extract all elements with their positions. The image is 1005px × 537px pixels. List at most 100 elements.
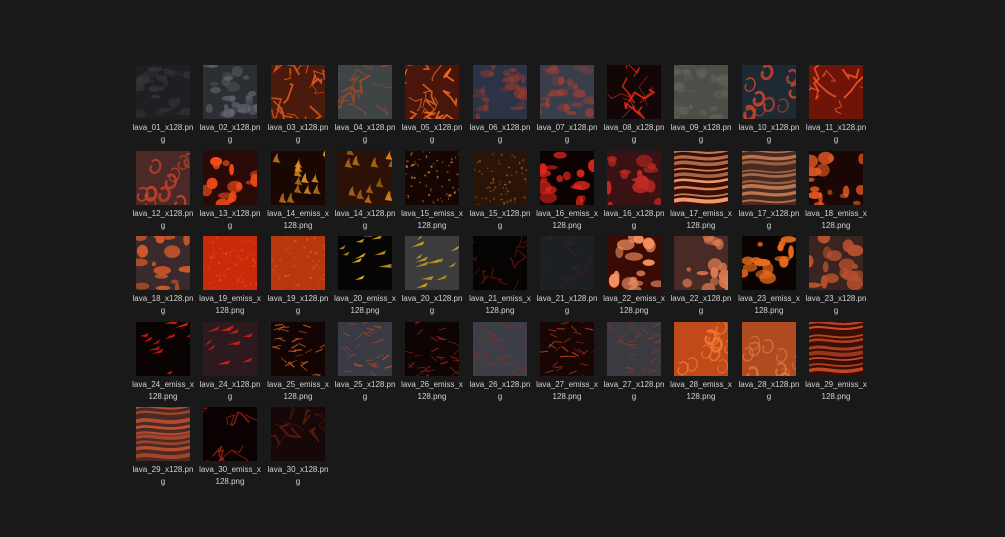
file-item[interactable]: lava_27_x128.png bbox=[603, 319, 665, 401]
file-item[interactable]: lava_10_x128.png bbox=[738, 62, 800, 144]
file-item[interactable]: lava_04_x128.png bbox=[334, 62, 396, 144]
file-item[interactable]: lava_26_x128.png bbox=[469, 319, 531, 401]
file-thumbnail[interactable] bbox=[136, 236, 190, 290]
file-thumbnail[interactable] bbox=[271, 151, 325, 205]
file-item[interactable]: lava_05_x128.png bbox=[401, 62, 463, 144]
file-name-label: lava_11_x128.png bbox=[805, 123, 867, 144]
file-item[interactable]: lava_03_x128.png bbox=[267, 62, 329, 144]
file-thumbnail[interactable] bbox=[203, 407, 257, 461]
file-name-label: lava_30_emiss_x128.png bbox=[199, 465, 261, 486]
file-thumbnail[interactable] bbox=[607, 322, 661, 376]
file-thumbnail[interactable] bbox=[203, 65, 257, 119]
file-item[interactable]: lava_02_x128.png bbox=[199, 62, 261, 144]
texture-preview bbox=[405, 322, 459, 376]
file-item[interactable]: lava_12_x128.png bbox=[132, 148, 194, 230]
texture-preview bbox=[540, 236, 594, 290]
file-item[interactable]: lava_29_x128.png bbox=[132, 404, 194, 486]
file-thumbnail[interactable] bbox=[136, 322, 190, 376]
file-item[interactable]: lava_29_emiss_x128.png bbox=[805, 319, 867, 401]
file-thumbnail[interactable] bbox=[674, 322, 728, 376]
file-item[interactable]: lava_14_emiss_x128.png bbox=[267, 148, 329, 230]
file-thumbnail[interactable] bbox=[540, 236, 594, 290]
file-item[interactable]: lava_25_emiss_x128.png bbox=[267, 319, 329, 401]
file-thumbnail[interactable] bbox=[742, 65, 796, 119]
file-thumbnail[interactable] bbox=[674, 65, 728, 119]
file-item[interactable]: lava_01_x128.png bbox=[132, 62, 194, 144]
file-thumbnail[interactable] bbox=[473, 322, 527, 376]
file-item[interactable]: lava_24_emiss_x128.png bbox=[132, 319, 194, 401]
file-item[interactable]: lava_19_x128.png bbox=[267, 233, 329, 315]
file-thumbnail[interactable] bbox=[203, 322, 257, 376]
file-thumbnail[interactable] bbox=[203, 236, 257, 290]
file-thumbnail[interactable] bbox=[809, 322, 863, 376]
file-thumbnail[interactable] bbox=[809, 151, 863, 205]
file-item[interactable]: lava_07_x128.png bbox=[536, 62, 598, 144]
file-thumbnail[interactable] bbox=[809, 65, 863, 119]
file-item[interactable]: lava_28_emiss_x128.png bbox=[670, 319, 732, 401]
file-item[interactable]: lava_20_x128.png bbox=[401, 233, 463, 315]
file-name-label: lava_16_x128.png bbox=[603, 209, 665, 230]
file-item[interactable]: lava_19_emiss_x128.png bbox=[199, 233, 261, 315]
file-item[interactable]: lava_09_x128.png bbox=[670, 62, 732, 144]
file-thumbnail[interactable] bbox=[338, 65, 392, 119]
file-thumbnail[interactable] bbox=[674, 236, 728, 290]
file-thumbnail[interactable] bbox=[607, 65, 661, 119]
file-thumbnail[interactable] bbox=[136, 151, 190, 205]
file-thumbnail[interactable] bbox=[203, 151, 257, 205]
file-thumbnail[interactable] bbox=[742, 236, 796, 290]
file-item[interactable]: lava_06_x128.png bbox=[469, 62, 531, 144]
file-item[interactable]: lava_11_x128.png bbox=[805, 62, 867, 144]
file-item[interactable]: lava_23_emiss_x128.png bbox=[738, 233, 800, 315]
file-thumbnail[interactable] bbox=[405, 322, 459, 376]
file-thumbnail[interactable] bbox=[271, 407, 325, 461]
file-item[interactable]: lava_15_emiss_x128.png bbox=[401, 148, 463, 230]
file-thumbnail[interactable] bbox=[405, 151, 459, 205]
file-thumbnail[interactable] bbox=[338, 151, 392, 205]
file-item[interactable]: lava_17_x128.png bbox=[738, 148, 800, 230]
file-name-label: lava_07_x128.png bbox=[536, 123, 598, 144]
file-thumbnail[interactable] bbox=[271, 236, 325, 290]
file-item[interactable]: lava_21_x128.png bbox=[536, 233, 598, 315]
file-item[interactable]: lava_30_x128.png bbox=[267, 404, 329, 486]
file-thumbnail[interactable] bbox=[405, 65, 459, 119]
file-thumbnail[interactable] bbox=[607, 151, 661, 205]
file-thumbnail[interactable] bbox=[271, 65, 325, 119]
file-thumbnail[interactable] bbox=[338, 322, 392, 376]
file-item[interactable]: lava_15_x128.png bbox=[469, 148, 531, 230]
file-item[interactable]: lava_14_x128.png bbox=[334, 148, 396, 230]
file-thumbnail[interactable] bbox=[473, 236, 527, 290]
file-item[interactable]: lava_23_x128.png bbox=[805, 233, 867, 315]
file-item[interactable]: lava_21_emiss_x128.png bbox=[469, 233, 531, 315]
file-thumbnail[interactable] bbox=[338, 236, 392, 290]
file-thumbnail[interactable] bbox=[405, 236, 459, 290]
file-item[interactable]: lava_08_x128.png bbox=[603, 62, 665, 144]
file-thumbnail[interactable] bbox=[809, 236, 863, 290]
file-item[interactable]: lava_20_emiss_x128.png bbox=[334, 233, 396, 315]
file-thumbnail[interactable] bbox=[540, 322, 594, 376]
file-item[interactable]: lava_22_x128.png bbox=[670, 233, 732, 315]
file-item[interactable]: lava_13_x128.png bbox=[199, 148, 261, 230]
file-item[interactable]: lava_16_emiss_x128.png bbox=[536, 148, 598, 230]
file-thumbnail[interactable] bbox=[742, 322, 796, 376]
file-item[interactable]: lava_16_x128.png bbox=[603, 148, 665, 230]
file-thumbnail[interactable] bbox=[607, 236, 661, 290]
file-item[interactable]: lava_22_emiss_x128.png bbox=[603, 233, 665, 315]
file-thumbnail[interactable] bbox=[540, 65, 594, 119]
file-item[interactable]: lava_30_emiss_x128.png bbox=[199, 404, 261, 486]
file-thumbnail[interactable] bbox=[674, 151, 728, 205]
file-thumbnail[interactable] bbox=[473, 65, 527, 119]
file-thumbnail[interactable] bbox=[136, 407, 190, 461]
file-thumbnail[interactable] bbox=[473, 151, 527, 205]
file-thumbnail[interactable] bbox=[742, 151, 796, 205]
file-thumbnail[interactable] bbox=[271, 322, 325, 376]
file-item[interactable]: lava_26_emiss_x128.png bbox=[401, 319, 463, 401]
file-item[interactable]: lava_25_x128.png bbox=[334, 319, 396, 401]
file-thumbnail[interactable] bbox=[540, 151, 594, 205]
file-item[interactable]: lava_18_emiss_x128.png bbox=[805, 148, 867, 230]
file-item[interactable]: lava_17_emiss_x128.png bbox=[670, 148, 732, 230]
file-item[interactable]: lava_28_x128.png bbox=[738, 319, 800, 401]
file-item[interactable]: lava_24_x128.png bbox=[199, 319, 261, 401]
file-thumbnail[interactable] bbox=[136, 65, 190, 119]
file-item[interactable]: lava_18_x128.png bbox=[132, 233, 194, 315]
file-item[interactable]: lava_27_emiss_x128.png bbox=[536, 319, 598, 401]
